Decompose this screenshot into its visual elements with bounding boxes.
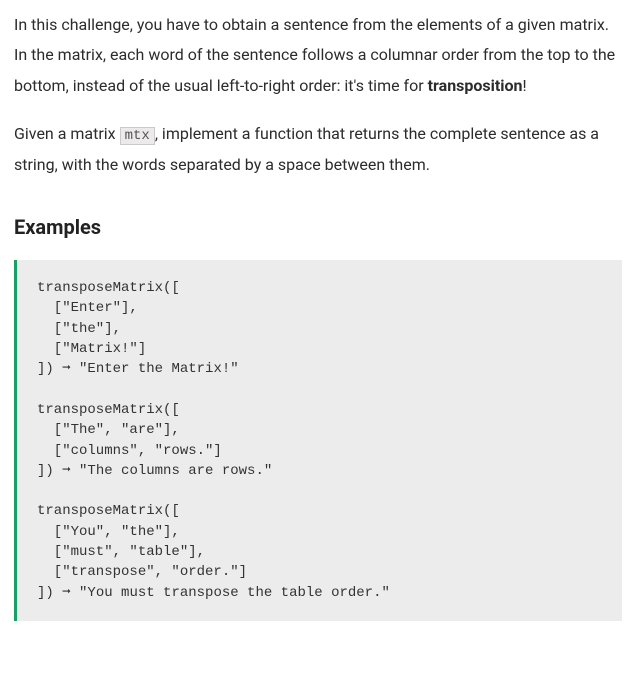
examples-heading: Examples xyxy=(14,208,622,246)
code-example-block: transposeMatrix([ ["Enter"], ["the"], ["… xyxy=(14,260,622,621)
inline-code-mtx: mtx xyxy=(120,127,155,145)
intro-paragraph-2: Given a matrix mtx, implement a function… xyxy=(14,119,622,180)
intro-bold-word: transposition xyxy=(428,76,523,95)
intro-text-2a: Given a matrix xyxy=(14,124,120,143)
intro-paragraph-1: In this challenge, you have to obtain a … xyxy=(14,10,622,101)
intro-text-1b: ! xyxy=(523,76,527,95)
